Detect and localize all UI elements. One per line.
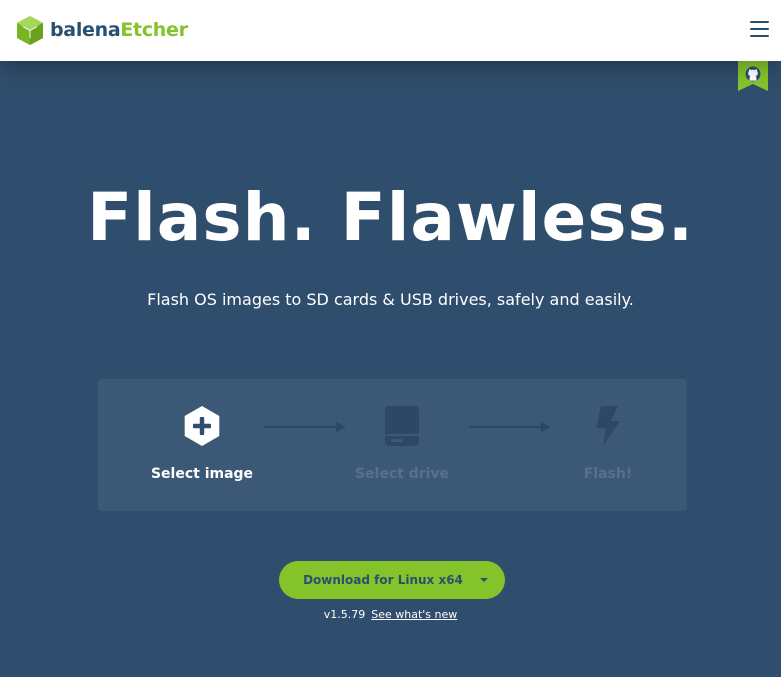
top-header: balenaEtcher: [0, 0, 781, 61]
github-icon[interactable]: [738, 61, 768, 91]
select-drive-label: Select drive: [354, 466, 450, 482]
menu-bar: [750, 35, 769, 37]
step-connector-arrow: [264, 422, 346, 432]
whats-new-link[interactable]: See what's new: [371, 608, 457, 621]
hamburger-menu-icon[interactable]: [750, 21, 769, 38]
menu-bar: [750, 21, 769, 23]
step-connector-arrow: [469, 422, 551, 432]
balena-cube-icon: [17, 16, 43, 45]
plus-hexagon-icon[interactable]: [182, 406, 222, 446]
etcher-app-preview: Select image Select drive Flash!: [98, 379, 687, 511]
flash-label: Flash!: [583, 466, 633, 482]
brand-name: Etcher: [120, 19, 188, 41]
menu-bar: [750, 28, 769, 30]
version-info: v1.5.79 See what's new: [0, 608, 781, 622]
download-button[interactable]: Download for Linux x64: [279, 561, 505, 599]
select-image-label: Select image: [150, 466, 254, 482]
brand-logo[interactable]: balenaEtcher: [15, 14, 188, 46]
caret-down-icon[interactable]: [480, 578, 488, 582]
version-number: v1.5.79: [323, 608, 366, 621]
lightning-icon: [596, 406, 620, 446]
brand-wordmark: balenaEtcher: [50, 14, 188, 46]
brand-prefix: balena: [50, 19, 121, 41]
hero-title: Flash. Flawless.: [87, 179, 694, 256]
hero-subtitle: Flash OS images to SD cards & USB drives…: [147, 290, 634, 309]
download-button-label: Download for Linux x64: [303, 573, 463, 587]
drive-icon: [385, 406, 419, 446]
